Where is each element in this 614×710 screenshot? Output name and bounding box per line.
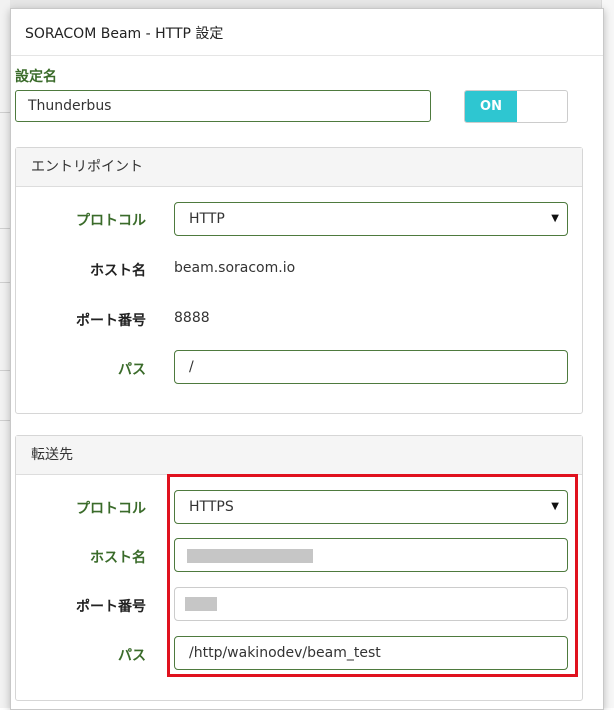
caret-down-icon: ▼ xyxy=(551,213,559,224)
entrypoint-host-label: ホスト名 xyxy=(90,263,146,279)
entrypoint-panel: エントリポイント プロトコル HTTP ▼ ホスト名 beam.soracom.… xyxy=(15,147,583,414)
backdrop-divider xyxy=(0,282,10,283)
entrypoint-heading: エントリポイント xyxy=(16,148,582,187)
backdrop-divider xyxy=(0,112,10,113)
destination-port-label: ポート番号 xyxy=(76,599,146,615)
entrypoint-protocol-select[interactable]: HTTP ▼ xyxy=(174,202,568,236)
dialog-title: SORACOM Beam - HTTP 設定 xyxy=(25,26,224,42)
entrypoint-port-label: ポート番号 xyxy=(76,313,146,329)
highlight-box xyxy=(167,474,578,677)
enable-toggle[interactable]: ON xyxy=(464,90,568,123)
entrypoint-host-value: beam.soracom.io xyxy=(174,260,296,276)
destination-path-label: パス xyxy=(118,648,146,664)
destination-protocol-label: プロトコル xyxy=(76,501,146,517)
entrypoint-port-value: 8888 xyxy=(174,310,210,326)
toggle-on-label: ON xyxy=(465,91,517,122)
destination-host-label: ホスト名 xyxy=(90,550,146,566)
dialog-header: SORACOM Beam - HTTP 設定 xyxy=(11,9,603,56)
config-name-input[interactable]: Thunderbus xyxy=(15,90,431,122)
config-name-label: 設定名 xyxy=(15,69,57,85)
destination-heading: 転送先 xyxy=(16,436,582,475)
backdrop-left-strip xyxy=(0,0,10,708)
entrypoint-protocol-label: プロトコル xyxy=(76,213,146,229)
backdrop-divider xyxy=(0,228,10,229)
backdrop-divider xyxy=(0,420,10,421)
entrypoint-path-input[interactable]: / xyxy=(174,350,568,384)
backdrop-divider xyxy=(0,370,10,371)
entrypoint-protocol-value: HTTP xyxy=(189,211,225,227)
entrypoint-path-label: パス xyxy=(118,362,146,378)
